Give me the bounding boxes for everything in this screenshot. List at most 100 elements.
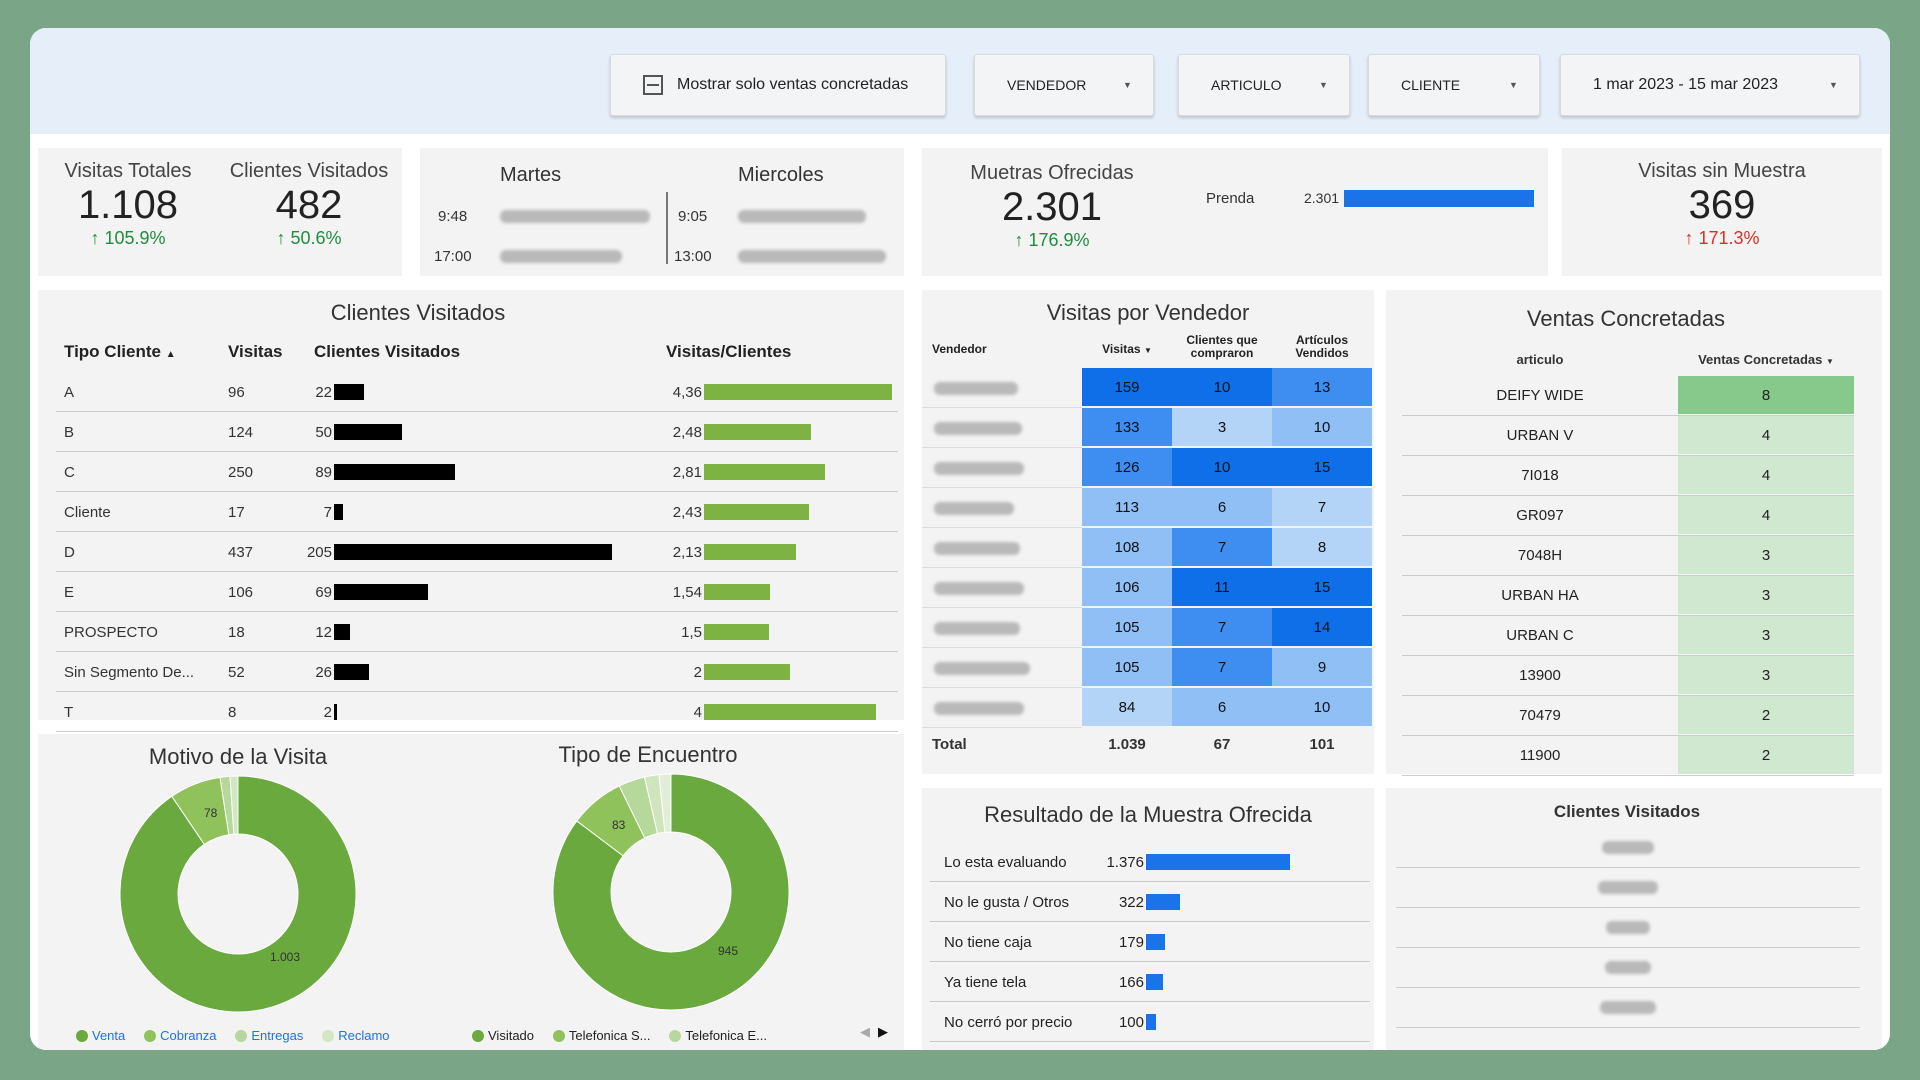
table-row[interactable]: 7048H 3 bbox=[1402, 536, 1854, 576]
table-row[interactable]: GR097 4 bbox=[1402, 496, 1854, 536]
table-row[interactable]: 159 10 13 bbox=[922, 368, 1374, 408]
table-row[interactable]: D 437 205 2,13 bbox=[56, 532, 898, 572]
table-row[interactable]: 126 10 15 bbox=[922, 448, 1374, 488]
column-header-ratio[interactable]: Visitas/Clientes bbox=[666, 342, 791, 362]
table-row[interactable]: 113 6 7 bbox=[922, 488, 1374, 528]
cell-articulo: 13900 bbox=[1519, 667, 1561, 684]
table-row[interactable]: URBAN C 3 bbox=[1402, 616, 1854, 656]
column-header-visitas[interactable]: Visitas ▼ bbox=[1082, 342, 1172, 356]
table-row[interactable]: A 96 22 4,36 bbox=[56, 372, 898, 412]
column-header-tipo[interactable]: Tipo Cliente ▲ bbox=[64, 342, 176, 362]
legend-item[interactable]: Telefonica S... bbox=[569, 1028, 651, 1043]
clientes-list bbox=[1396, 828, 1860, 1028]
legend-next-icon[interactable]: ▶ bbox=[878, 1024, 888, 1040]
time-label: 9:05 bbox=[678, 208, 708, 225]
legend-prev-icon[interactable]: ◀ bbox=[860, 1024, 870, 1040]
table-row[interactable]: 133 3 10 bbox=[922, 408, 1374, 448]
arrow-up-icon: ↑ bbox=[1014, 230, 1024, 250]
table-row[interactable]: 11900 2 bbox=[1402, 736, 1854, 776]
column-header-vendedor[interactable]: Vendedor bbox=[932, 342, 987, 356]
list-item[interactable] bbox=[1396, 988, 1860, 1028]
legend-item[interactable]: Cobranza bbox=[160, 1028, 216, 1043]
table-row[interactable]: 106 11 15 bbox=[922, 568, 1374, 608]
table-row[interactable]: B 124 50 2,48 bbox=[56, 412, 898, 452]
blurred-name bbox=[500, 210, 650, 223]
date-range-label: 1 mar 2023 - 15 mar 2023 bbox=[1593, 76, 1778, 93]
table-row[interactable]: DEIFY WIDE 8 bbox=[1402, 376, 1854, 416]
cell-tipo: E bbox=[64, 584, 75, 601]
legend-item[interactable]: Venta bbox=[92, 1028, 125, 1043]
row-divider bbox=[922, 727, 1082, 728]
resultado-bar bbox=[1146, 1014, 1157, 1030]
arrow-up-icon: ↑ bbox=[1684, 228, 1694, 248]
table-row[interactable]: 105 7 14 bbox=[922, 608, 1374, 648]
list-item[interactable] bbox=[1396, 868, 1860, 908]
time-label: 9:48 bbox=[438, 208, 468, 225]
ratio-bar bbox=[704, 504, 809, 520]
cell-clientes: 7 bbox=[1172, 608, 1272, 646]
table-row[interactable]: URBAN V 4 bbox=[1402, 416, 1854, 456]
table-row[interactable]: T 8 2 4 bbox=[56, 692, 898, 732]
table-row[interactable]: Lo esta evaluando 1.376 bbox=[930, 842, 1370, 882]
table-row[interactable]: 7I018 4 bbox=[1402, 456, 1854, 496]
resultado-panel: Resultado de la Muestra Ofrecida Lo esta… bbox=[922, 788, 1374, 1050]
cell-visitas: 96 bbox=[228, 384, 245, 401]
column-header-articulos[interactable]: Artículos Vendidos bbox=[1272, 334, 1372, 360]
cell-ratio: 2,43 bbox=[672, 504, 702, 521]
cell-articulos: 15 bbox=[1272, 568, 1372, 606]
cell-articulo: 70479 bbox=[1519, 707, 1561, 724]
cell-ventas: 4 bbox=[1678, 416, 1854, 454]
legend-item[interactable]: Entregas bbox=[251, 1028, 303, 1043]
table-row[interactable]: 84 6 10 bbox=[922, 688, 1374, 728]
column-header-clientes[interactable]: Clientes que compraron bbox=[1172, 334, 1272, 360]
miercoles-title: Miercoles bbox=[738, 164, 824, 186]
table-row[interactable]: Ya tiene tela 166 bbox=[930, 962, 1370, 1002]
column-header-articulo[interactable]: articulo bbox=[1402, 352, 1678, 367]
table-row[interactable]: No cerró por precio 100 bbox=[930, 1002, 1370, 1042]
column-header-visitas[interactable]: Visitas bbox=[228, 342, 283, 362]
motivo-title: Motivo de la Visita bbox=[148, 744, 328, 769]
cell-tipo: Sin Segmento De... bbox=[64, 664, 195, 681]
list-item[interactable] bbox=[1396, 908, 1860, 948]
legend-item[interactable]: Telefonica E... bbox=[685, 1028, 767, 1043]
cell-clientes: 89 bbox=[315, 464, 332, 481]
cell-value: 100 bbox=[1118, 1014, 1144, 1031]
table-row[interactable]: 105 7 9 bbox=[922, 648, 1374, 688]
table-row[interactable]: Cliente 17 7 2,43 bbox=[56, 492, 898, 532]
resultado-bar bbox=[1146, 894, 1180, 910]
kpi-sin-muestra-panel: Visitas sin Muestra 369 ↑ 171.3% bbox=[1562, 148, 1882, 276]
motivo-small-label: 78 bbox=[204, 806, 218, 820]
cell-label: No le gusta / Otros bbox=[944, 894, 1070, 911]
vendedor-dropdown[interactable]: VENDEDOR ▼ bbox=[974, 54, 1154, 116]
cell-ventas: 3 bbox=[1678, 576, 1854, 614]
clientes-list-panel: Clientes Visitados bbox=[1386, 788, 1882, 1050]
table-row[interactable]: No le gusta / Otros 322 bbox=[930, 882, 1370, 922]
cell-tipo: B bbox=[64, 424, 75, 441]
column-header-clientes[interactable]: Clientes Visitados bbox=[314, 342, 460, 362]
table-row[interactable]: Sin Segmento De... 52 26 2 bbox=[56, 652, 898, 692]
cell-value: 179 bbox=[1118, 934, 1144, 951]
articulo-dropdown[interactable]: ARTICULO ▼ bbox=[1178, 54, 1350, 116]
table-row[interactable]: 108 7 8 bbox=[922, 528, 1374, 568]
table-row[interactable]: C 250 89 2,81 bbox=[56, 452, 898, 492]
cell-ratio: 2 bbox=[693, 664, 702, 681]
legend-item[interactable]: Reclamo bbox=[338, 1028, 389, 1043]
date-range-picker[interactable]: 1 mar 2023 - 15 mar 2023 ▼ bbox=[1560, 54, 1860, 116]
motivo-legend: Venta Cobranza Entregas Reclamo bbox=[76, 1028, 390, 1043]
prenda-bar bbox=[1344, 190, 1534, 207]
only-sales-checkbox[interactable]: Mostrar solo ventas concretadas bbox=[610, 54, 946, 116]
cliente-dropdown[interactable]: CLIENTE ▼ bbox=[1368, 54, 1540, 116]
list-item[interactable] bbox=[1396, 948, 1860, 988]
cell-ratio: 2,48 bbox=[672, 424, 702, 441]
table-row[interactable]: PROSPECTO 18 12 1,5 bbox=[56, 612, 898, 652]
table-row[interactable]: E 106 69 1,54 bbox=[56, 572, 898, 612]
table-row[interactable]: 13900 3 bbox=[1402, 656, 1854, 696]
list-item[interactable] bbox=[1396, 828, 1860, 868]
legend-item[interactable]: Visitado bbox=[488, 1028, 534, 1043]
table-row[interactable]: URBAN HA 3 bbox=[1402, 576, 1854, 616]
time-label: 13:00 bbox=[674, 248, 712, 265]
cell-articulos: 10 bbox=[1272, 408, 1372, 446]
column-header-ventas[interactable]: Ventas Concretadas ▼ bbox=[1678, 352, 1854, 367]
table-row[interactable]: 70479 2 bbox=[1402, 696, 1854, 736]
table-row[interactable]: No tiene caja 179 bbox=[930, 922, 1370, 962]
